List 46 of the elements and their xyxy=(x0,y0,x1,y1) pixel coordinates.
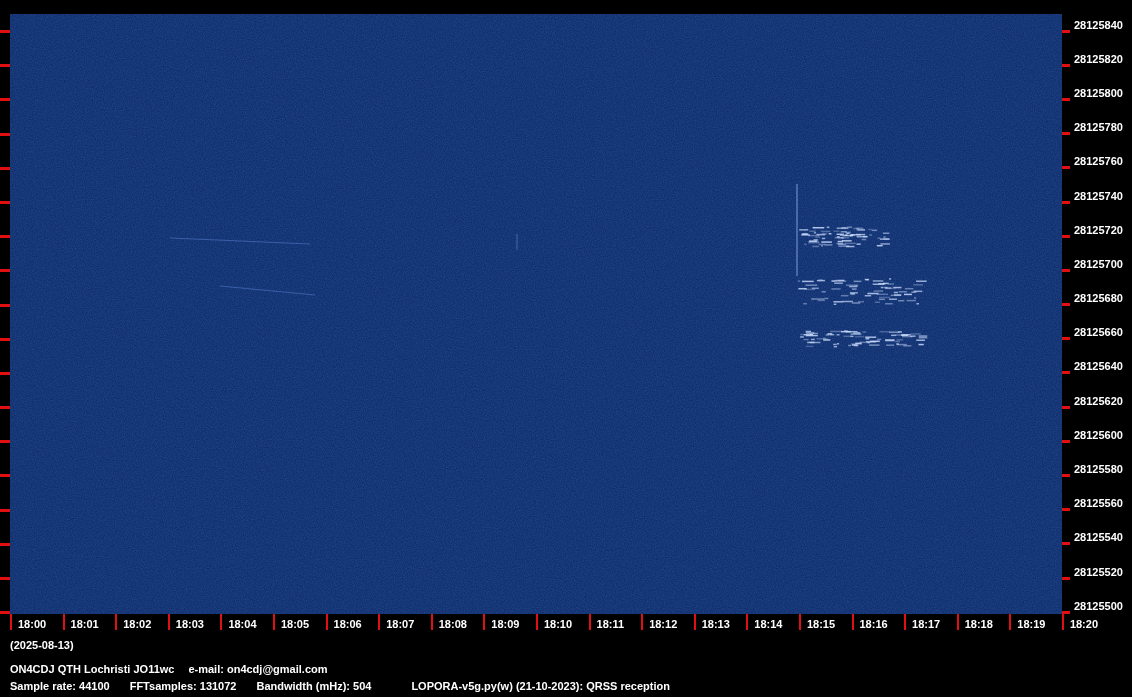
time-label: 18:13 xyxy=(701,619,730,630)
time-label: 18:07 xyxy=(386,619,415,630)
frequency-label: 28125800 xyxy=(1074,87,1123,99)
time-label: 18:01 xyxy=(70,619,99,630)
frequency-label: 28125780 xyxy=(1074,122,1123,134)
time-label: 18:14 xyxy=(754,619,783,630)
time-label: 18:02 xyxy=(123,619,152,630)
frequency-label: 28125540 xyxy=(1074,532,1123,544)
time-label: 18:20 xyxy=(1069,619,1098,630)
fft-samples-info: FFTsamples: 131072 xyxy=(129,681,237,692)
frequency-label: 28125660 xyxy=(1074,327,1123,339)
frequency-label: 28125620 xyxy=(1074,395,1123,407)
time-label: 18:10 xyxy=(543,619,573,630)
time-label: 18:04 xyxy=(228,619,257,630)
frequency-label: 28125520 xyxy=(1074,566,1123,578)
time-label: 18:06 xyxy=(333,619,362,630)
frequency-label: 28125760 xyxy=(1074,156,1123,168)
time-label: 18:12 xyxy=(649,619,678,630)
time-label: 18:08 xyxy=(438,619,467,630)
time-label: 18:11 xyxy=(596,619,625,630)
frequency-label: 28125580 xyxy=(1074,464,1123,476)
sample-rate-info: Sample rate: 44100 xyxy=(10,681,110,692)
date-label: (2025-08-13) xyxy=(10,639,74,651)
frequency-label: 28125500 xyxy=(1074,600,1123,612)
station-info: ON4CDJ QTH Lochristi JO11wc xyxy=(10,664,175,675)
frequency-label: 28125600 xyxy=(1074,429,1123,441)
frequency-label: 28125560 xyxy=(1074,498,1123,510)
time-label: 18:00 xyxy=(18,619,47,630)
frequency-label: 28125700 xyxy=(1074,258,1123,270)
time-label: 18:15 xyxy=(806,619,836,630)
time-label: 18:18 xyxy=(964,619,993,630)
frequency-label: 28125840 xyxy=(1074,19,1123,31)
time-label: 18:17 xyxy=(912,619,941,630)
time-label: 18:03 xyxy=(175,619,204,630)
frequency-label: 28125820 xyxy=(1074,53,1123,65)
software-info: LOPORA-v5g.py(w) (21-10-2023): QRSS reception xyxy=(411,681,670,692)
time-label: 18:16 xyxy=(859,619,888,630)
email-info: e-mail: on4cdj@gmail.com xyxy=(188,664,328,675)
time-label: 18:09 xyxy=(491,619,520,630)
frequency-label: 28125680 xyxy=(1074,293,1123,305)
bandwidth-info: Bandwidth (mHz): 504 xyxy=(256,681,372,692)
time-label: 18:19 xyxy=(1017,619,1046,630)
time-label: 18:05 xyxy=(280,619,310,630)
frequency-label: 28125720 xyxy=(1074,224,1123,236)
frequency-label: 28125640 xyxy=(1074,361,1123,373)
frequency-label: 28125740 xyxy=(1074,190,1123,202)
